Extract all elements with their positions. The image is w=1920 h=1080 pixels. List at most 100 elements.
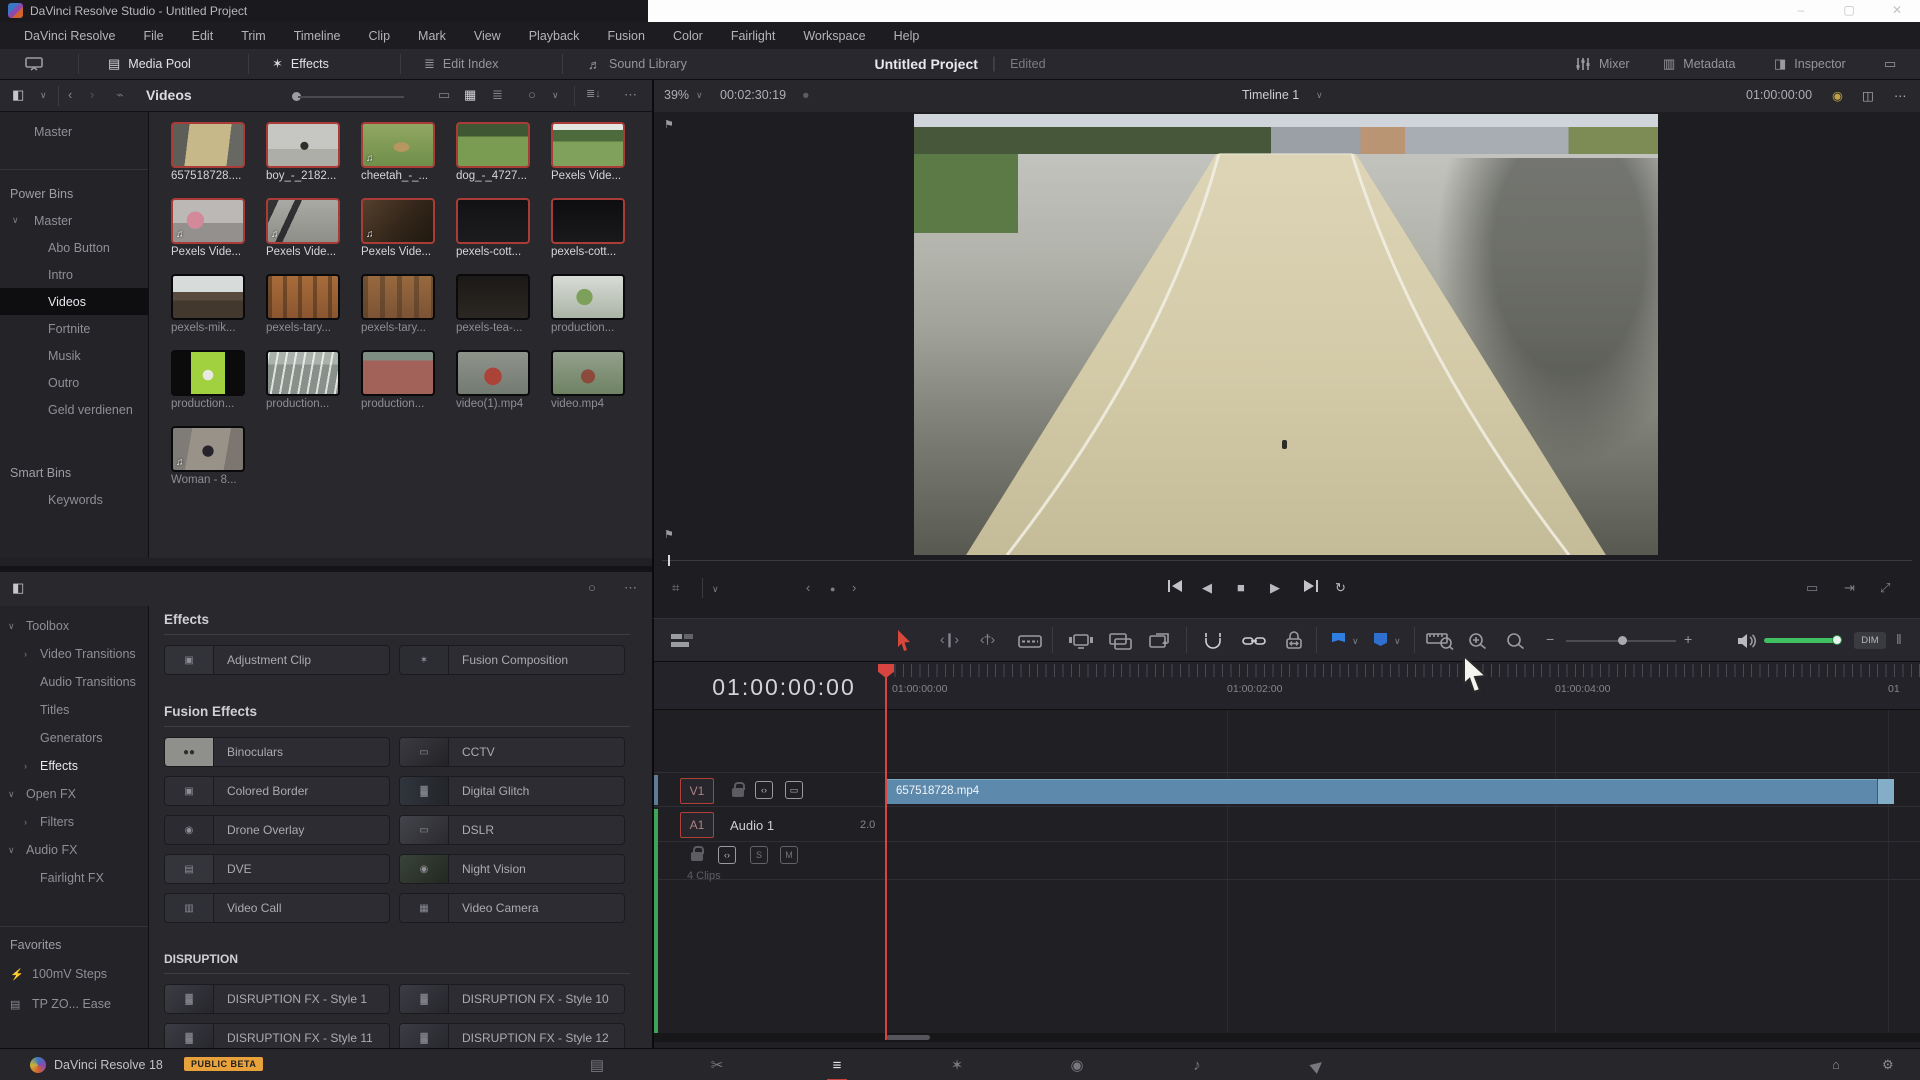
zoom-in-button[interactable]: + bbox=[1684, 631, 1692, 647]
clip-thumbnail[interactable]: ♫ bbox=[551, 350, 625, 396]
full-extent-zoom-icon[interactable] bbox=[1504, 632, 1528, 650]
play-reverse-button[interactable]: ◀ bbox=[1202, 580, 1212, 596]
effect-card[interactable]: ▭ DSLR bbox=[399, 815, 625, 845]
page-button[interactable]: ♪ bbox=[1185, 1057, 1209, 1074]
media-pool-button[interactable]: ▤ Media Pool bbox=[108, 49, 191, 79]
effect-card[interactable]: ◉ Night Vision bbox=[399, 854, 625, 884]
clip-thumbnail[interactable]: ♫ bbox=[171, 122, 245, 168]
list-view-icon[interactable]: ≣ bbox=[492, 87, 503, 103]
menu-item[interactable]: Clip bbox=[355, 29, 405, 43]
media-clip[interactable]: ♫ pexels-tary... bbox=[361, 272, 456, 348]
page-button[interactable]: ▶ bbox=[1305, 1055, 1329, 1075]
sort-order-icon[interactable]: ≣↓ bbox=[586, 87, 601, 100]
toolbox-item[interactable]: › Video Transitions bbox=[0, 640, 148, 668]
page-button[interactable]: ✂ bbox=[705, 1056, 729, 1074]
effects-search-icon[interactable]: ○ bbox=[588, 580, 596, 595]
bin-item[interactable]: Keywords bbox=[0, 486, 148, 513]
toolbox-chevron-icon[interactable]: › bbox=[24, 817, 27, 827]
clip-thumbnail[interactable]: ♫ bbox=[456, 122, 530, 168]
media-clip[interactable]: ♫ video.mp4 bbox=[551, 348, 646, 424]
menu-item[interactable]: DaVinci Resolve bbox=[10, 29, 129, 43]
playhead-line[interactable] bbox=[885, 664, 887, 1040]
overwrite-clip-icon[interactable] bbox=[1108, 632, 1132, 651]
page-button[interactable]: ✶ bbox=[945, 1056, 969, 1074]
link-clips-icon[interactable] bbox=[1242, 632, 1266, 650]
mute-button[interactable]: M bbox=[780, 846, 798, 864]
menu-item[interactable]: Edit bbox=[178, 29, 228, 43]
minimize-button[interactable]: – bbox=[1789, 3, 1813, 17]
bin-item[interactable]: Smart Bins bbox=[0, 459, 148, 486]
media-clip[interactable]: ♫ pexels-mik... bbox=[171, 272, 266, 348]
custom-zoom-icon[interactable] bbox=[1426, 632, 1454, 650]
timeline-scrollbar-thumb[interactable] bbox=[886, 1035, 930, 1040]
media-clip[interactable]: ♫ boy_-_2182... bbox=[266, 120, 361, 196]
clip-thumbnail[interactable]: ♫ bbox=[456, 350, 530, 396]
grid-view-icon[interactable]: ▦ bbox=[464, 87, 476, 103]
bin-item[interactable]: Power Bins bbox=[0, 180, 148, 207]
media-clip[interactable]: ♫ production... bbox=[551, 272, 646, 348]
effect-card[interactable]: ▭ CCTV bbox=[399, 737, 625, 767]
bin-item[interactable]: Geld verdienen bbox=[0, 396, 148, 423]
media-clip[interactable]: ♫ 657518728.... bbox=[171, 120, 266, 196]
media-clip[interactable]: ♫ Pexels Vide... bbox=[171, 196, 266, 272]
toolbox-item[interactable]: ▤ TP ZO... Ease bbox=[0, 989, 148, 1019]
clip-thumbnail[interactable]: ♫ bbox=[171, 198, 245, 244]
audio-meters-icon[interactable]: ‖ bbox=[1896, 631, 1902, 647]
dynamic-trim-mode-icon[interactable]: ‹†› bbox=[980, 631, 995, 647]
toolbox-chevron-icon[interactable]: ∨ bbox=[8, 789, 15, 800]
bin-item[interactable]: Outro bbox=[0, 369, 148, 396]
close-button[interactable]: ✕ bbox=[1885, 3, 1909, 17]
timeline-view-options-icon[interactable] bbox=[670, 632, 696, 650]
dim-audio-button[interactable]: DIM bbox=[1854, 632, 1886, 649]
forward-arrow-icon[interactable]: › bbox=[90, 87, 94, 102]
mixer-button[interactable]: Mixer bbox=[1575, 49, 1630, 79]
clip-thumbnail[interactable]: ♫ bbox=[456, 274, 530, 320]
effect-card[interactable]: ✶ Fusion Composition bbox=[399, 645, 625, 675]
toolbox-item[interactable]: ∨ Toolbox bbox=[0, 612, 148, 640]
edit-index-button[interactable]: ≣ Edit Index bbox=[424, 49, 499, 79]
toolbox-item[interactable]: Generators bbox=[0, 724, 148, 752]
menu-item[interactable]: File bbox=[129, 29, 177, 43]
clip-thumbnail[interactable]: ♫ bbox=[266, 274, 340, 320]
menu-item[interactable]: Playback bbox=[515, 29, 594, 43]
bin-item[interactable] bbox=[0, 169, 148, 170]
bin-item[interactable]: Intro bbox=[0, 261, 148, 288]
bin-item[interactable]: ∨ Master bbox=[0, 207, 148, 234]
viewer-timeline-timecode[interactable]: 01:00:00:00 bbox=[1746, 88, 1812, 102]
trim-edit-mode-icon[interactable]: ‹❙› bbox=[940, 631, 959, 648]
media-clip[interactable]: ♫ Pexels Vide... bbox=[551, 120, 646, 196]
bin-item[interactable]: Videos bbox=[0, 288, 148, 315]
split-view-icon[interactable]: ◫ bbox=[1862, 88, 1874, 103]
clip-thumbnail[interactable]: ♫ bbox=[266, 198, 340, 244]
chevron-down-icon[interactable]: ∨ bbox=[40, 90, 47, 101]
interface-toggle-button[interactable] bbox=[24, 49, 44, 79]
toolbox-item[interactable]: › Filters bbox=[0, 808, 148, 836]
toolbox-item[interactable]: ⚡ 100mV Steps bbox=[0, 959, 148, 989]
unlink-bins-icon[interactable]: ⌁ bbox=[116, 87, 124, 103]
color-indicator-icon[interactable]: ◉ bbox=[1832, 88, 1843, 103]
timeline-view-icon[interactable]: ⌗ bbox=[672, 580, 679, 596]
media-clip[interactable]: ♫ production... bbox=[361, 348, 456, 424]
clip-thumbnail[interactable]: ♫ bbox=[551, 198, 625, 244]
effect-card[interactable]: ▥ Video Call bbox=[164, 893, 390, 923]
menu-item[interactable]: Workspace bbox=[789, 29, 879, 43]
source-timecode[interactable]: 00:02:30:19 bbox=[720, 88, 786, 102]
toolbox-chevron-icon[interactable]: › bbox=[24, 761, 27, 771]
card-view-icon[interactable]: ▭ bbox=[438, 87, 450, 103]
media-clip[interactable]: ♫ cheetah_-_... bbox=[361, 120, 456, 196]
viewer-scrub-bar[interactable] bbox=[662, 560, 1912, 561]
effect-card[interactable]: ▣ Adjustment Clip bbox=[164, 645, 390, 675]
zoom-chevron-icon[interactable]: ∨ bbox=[696, 90, 703, 101]
toolbox-chevron-icon[interactable]: › bbox=[24, 649, 27, 659]
zoom-out-button[interactable]: − bbox=[1546, 631, 1554, 647]
page-button[interactable]: ▤ bbox=[585, 1056, 609, 1074]
menu-item[interactable]: Fairlight bbox=[717, 29, 789, 43]
first-frame-button[interactable] bbox=[1166, 579, 1184, 593]
timeline-scrollbar[interactable] bbox=[654, 1033, 1920, 1042]
search-icon[interactable]: ○ bbox=[528, 87, 536, 102]
effect-card[interactable]: ▣ Colored Border bbox=[164, 776, 390, 806]
jog-options-chevron-icon[interactable]: ∨ bbox=[712, 584, 719, 595]
toolbox-item[interactable]: Titles bbox=[0, 696, 148, 724]
media-clip[interactable]: ♫ pexels-tea-... bbox=[456, 272, 551, 348]
prev-clip-icon[interactable]: ‹ bbox=[806, 580, 810, 595]
